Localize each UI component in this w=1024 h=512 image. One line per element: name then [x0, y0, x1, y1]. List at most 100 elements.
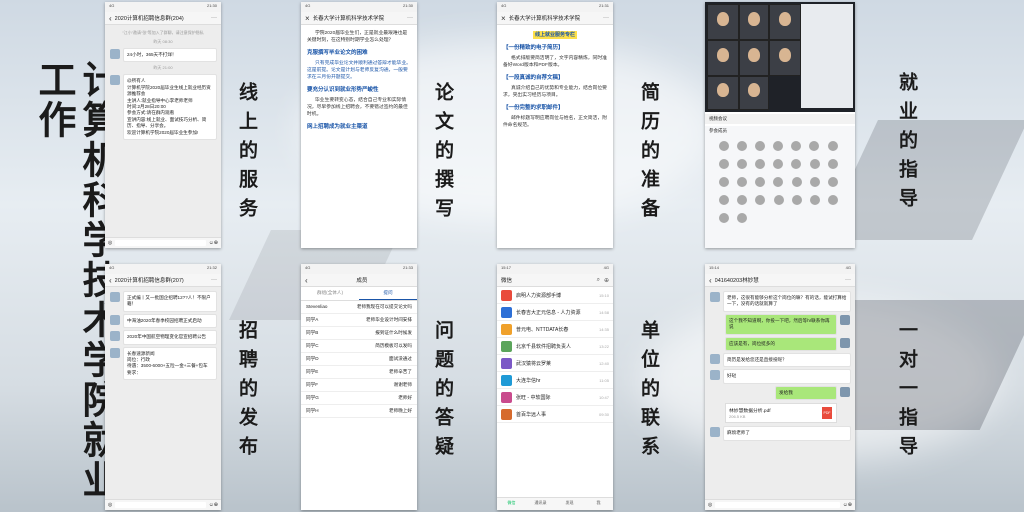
list-item[interactable]: 武汉猿将云罗莱 12:40 [497, 355, 613, 372]
search-icon[interactable]: ⌕ [597, 277, 600, 284]
avatar[interactable] [755, 159, 765, 169]
avatar[interactable] [755, 195, 765, 205]
article-body[interactable]: 学院2020届毕业生们，正是就业最艰难也是关键时刻，在这特别时期学业怎么处理？ … [301, 25, 417, 137]
avatar[interactable] [710, 292, 720, 302]
avatar[interactable] [755, 177, 765, 187]
message-bubble[interactable]: 麻烦老师了 [710, 426, 851, 441]
list-item[interactable]: 同学F 谢谢老师 [301, 379, 417, 392]
list-item[interactable]: 同学C 简历模板可以发吗 [301, 340, 417, 353]
avatar[interactable] [809, 141, 819, 151]
message-input[interactable] [715, 502, 840, 508]
more-icon[interactable]: ··· [603, 15, 609, 21]
tab-me[interactable]: 我 [584, 498, 613, 510]
avatar[interactable] [110, 75, 120, 86]
avatar[interactable] [737, 213, 747, 223]
avatar[interactable] [792, 177, 803, 187]
chat-list[interactable]: 启明人力资源部手博 15:10 长春吉大正元信息 - 人力资源 14:58 普元电、… [497, 287, 613, 423]
tab-discover[interactable]: 发现 [555, 498, 584, 510]
message-bubble[interactable]: 长春速源新闻 岗位：行政 待遇：3500-6000+五险一金+三餐+包车 要求： [110, 346, 217, 381]
back-icon[interactable]: ‹ [709, 276, 712, 285]
message-bubble[interactable]: 中海油2020年春季校园招聘正式启动 [110, 313, 217, 329]
list-item[interactable]: 同学A 老师毕业设计时间安排 [301, 314, 417, 327]
voice-icon[interactable]: ◎ [708, 502, 712, 508]
avatar[interactable] [710, 427, 720, 438]
avatar[interactable] [719, 213, 729, 223]
avatar[interactable] [737, 141, 747, 151]
avatar[interactable] [719, 195, 729, 205]
message-bubble[interactable]: 好哒 [710, 369, 851, 384]
plus-icon[interactable]: ⊕ [848, 502, 852, 508]
avatar[interactable] [773, 159, 783, 169]
avatar[interactable] [773, 177, 783, 187]
avatar[interactable] [110, 314, 120, 325]
list-item[interactable]: 北京千县软件招聘负责人 13:22 [497, 338, 613, 355]
list-item[interactable]: 普元电、NTTDATA长春 14:35 [497, 321, 613, 338]
back-icon[interactable]: ‹ [109, 276, 112, 285]
avatar[interactable] [774, 195, 785, 205]
avatar[interactable] [791, 141, 801, 151]
video-tile[interactable] [769, 4, 801, 40]
message-bubble[interactable]: 简历是发给您还是直接投呢？ [710, 353, 851, 368]
avatar[interactable] [710, 370, 720, 381]
article-body[interactable]: 线上就业服务专栏 【一份精致的电子简历】 格式排版要简洁明了，文字内容精炼，同时… [497, 25, 613, 134]
message-bubble-self[interactable]: 发给我 [775, 385, 850, 401]
list-item[interactable]: 同学G 老师好 [301, 392, 417, 405]
message-bubble[interactable]: 2020年中国航空物理变化官宣招聘公告 [110, 330, 217, 345]
close-icon[interactable]: × [501, 14, 506, 23]
avatar[interactable] [828, 177, 839, 187]
avatar[interactable] [755, 141, 765, 151]
avatar[interactable] [840, 386, 850, 397]
video-tile[interactable] [769, 40, 801, 76]
avatar[interactable] [719, 159, 729, 169]
more-icon[interactable]: ··· [407, 15, 413, 21]
avatar[interactable] [828, 159, 839, 169]
list-item[interactable]: 同学H 老师晚上好 [301, 405, 417, 418]
plus-icon[interactable]: ⊕ [214, 240, 218, 246]
avatar[interactable] [110, 331, 120, 342]
avatar[interactable] [840, 314, 850, 325]
chat-area[interactable]: “江小”邀请“张”等加入了群聊，请注意保护隐私 昨天 08:30 24小时，36… [105, 25, 221, 241]
message-bubble[interactable]: 正式编丨又一批国企招聘12??人！不限户籍！ [110, 291, 217, 312]
voice-icon[interactable]: ◎ [108, 240, 112, 246]
close-icon[interactable]: × [305, 14, 310, 23]
video-tile[interactable] [739, 76, 769, 110]
more-icon[interactable]: ··· [845, 277, 851, 283]
video-tile[interactable] [739, 4, 769, 40]
video-tile[interactable] [739, 40, 769, 76]
list-item[interactable]: 张旺 - 中软国际 10:47 [497, 389, 613, 406]
list-item[interactable]: 启明人力资源部手博 15:10 [497, 287, 613, 304]
chat-area[interactable]: 老师，这很有能够分析这个岗位的嘛？有的话，能试打算给一下，没有的话就就算了 这个… [705, 287, 855, 503]
avatar[interactable] [791, 159, 801, 169]
video-tile[interactable] [707, 4, 739, 40]
list-item[interactable]: 大连华信hr 11:05 [497, 372, 613, 389]
list-item[interactable]: 同学D 面试没通过 [301, 353, 417, 366]
avatar[interactable] [810, 159, 821, 169]
tab-group[interactable]: 群组(全体人) [301, 287, 359, 300]
avatar[interactable] [737, 159, 747, 169]
avatar[interactable] [773, 141, 783, 151]
avatar[interactable] [810, 195, 821, 205]
avatar[interactable] [840, 337, 850, 348]
tab-questions[interactable]: 提问 [359, 287, 417, 300]
avatar[interactable] [792, 195, 803, 205]
avatar[interactable] [719, 177, 729, 187]
message-bubble[interactable]: 老师，这很有能够分析这个岗位的嘛？有的话，能试打算给一下，没有的话就就算了 [710, 291, 851, 312]
more-icon[interactable]: ··· [211, 15, 217, 21]
avatar[interactable] [828, 195, 839, 205]
message-input[interactable] [115, 240, 206, 246]
tab-contacts[interactable]: 通讯录 [526, 498, 555, 510]
avatar[interactable] [810, 177, 821, 187]
avatar[interactable] [110, 49, 120, 59]
avatar[interactable] [828, 141, 839, 151]
message-input[interactable] [115, 502, 206, 508]
video-tile[interactable] [707, 40, 739, 76]
avatar[interactable] [110, 347, 120, 358]
list-item[interactable]: Stevenliao 老师我现在可以提交论文吗 [301, 301, 417, 314]
list-item[interactable]: 首百华远人事 09:30 [497, 406, 613, 423]
video-tile[interactable] [707, 76, 739, 110]
qa-list[interactable]: Stevenliao 老师我现在可以提交论文吗 同学A 老师毕业设计时间安排 同学B… [301, 301, 417, 418]
file-attachment[interactable]: 林妙慧数据分析.pdf 206.5 KB PDF [725, 403, 837, 424]
avatar[interactable] [719, 141, 729, 151]
back-icon[interactable]: ‹ [305, 276, 308, 285]
avatar[interactable] [710, 354, 720, 365]
